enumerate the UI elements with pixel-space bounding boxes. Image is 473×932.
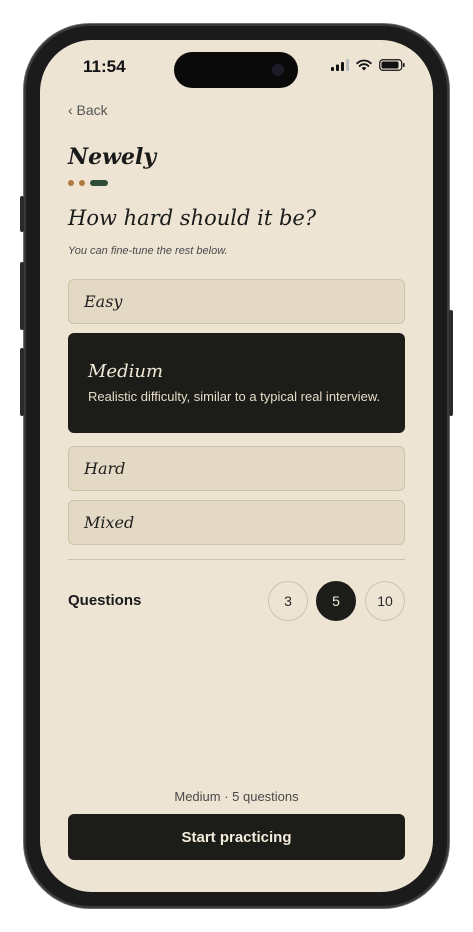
- side-button-volume-up: [20, 262, 24, 330]
- divider: [68, 559, 405, 560]
- signal-icon: [331, 59, 349, 71]
- start-practicing-button[interactable]: Start practicing: [68, 814, 405, 860]
- side-button-power: [449, 310, 453, 416]
- option-label: Hard: [84, 459, 126, 478]
- difficulty-option-easy[interactable]: Easy: [68, 279, 405, 324]
- question-count-5[interactable]: 5: [316, 581, 356, 621]
- difficulty-option-medium[interactable]: Medium Realistic difficulty, similar to …: [68, 333, 405, 433]
- side-button-action: [20, 196, 24, 232]
- selection-summary: Medium · 5 questions: [174, 789, 299, 804]
- step-indicator: [68, 180, 108, 186]
- option-label: Mixed: [84, 513, 135, 532]
- wifi-icon: [356, 59, 372, 71]
- camera-icon: [272, 64, 284, 76]
- brand-logo-text: Newely: [68, 144, 157, 170]
- option-description: Realistic difficulty, similar to a typic…: [88, 388, 381, 404]
- back-button[interactable]: ‹ Back: [68, 102, 108, 118]
- screen: 11:54 ‹ Back Newely How hard should it b…: [40, 40, 433, 892]
- page-title: How hard should it be?: [68, 206, 317, 230]
- question-count-10[interactable]: 10: [365, 581, 405, 621]
- question-count-3[interactable]: 3: [268, 581, 308, 621]
- status-time: 11:54: [83, 57, 126, 76]
- step-dot: [68, 180, 74, 186]
- option-label: Medium: [88, 360, 164, 382]
- difficulty-option-hard[interactable]: Hard: [68, 446, 405, 491]
- step-dot-active: [90, 180, 108, 186]
- difficulty-option-mixed[interactable]: Mixed: [68, 500, 405, 545]
- battery-icon: [379, 59, 405, 71]
- option-label: Easy: [84, 292, 123, 311]
- side-button-volume-down: [20, 348, 24, 416]
- page-hint: You can fine-tune the rest below.: [68, 245, 228, 257]
- questions-label: Questions: [68, 592, 142, 609]
- step-dot: [79, 180, 85, 186]
- status-icons: [331, 59, 405, 71]
- dynamic-island: [174, 52, 298, 88]
